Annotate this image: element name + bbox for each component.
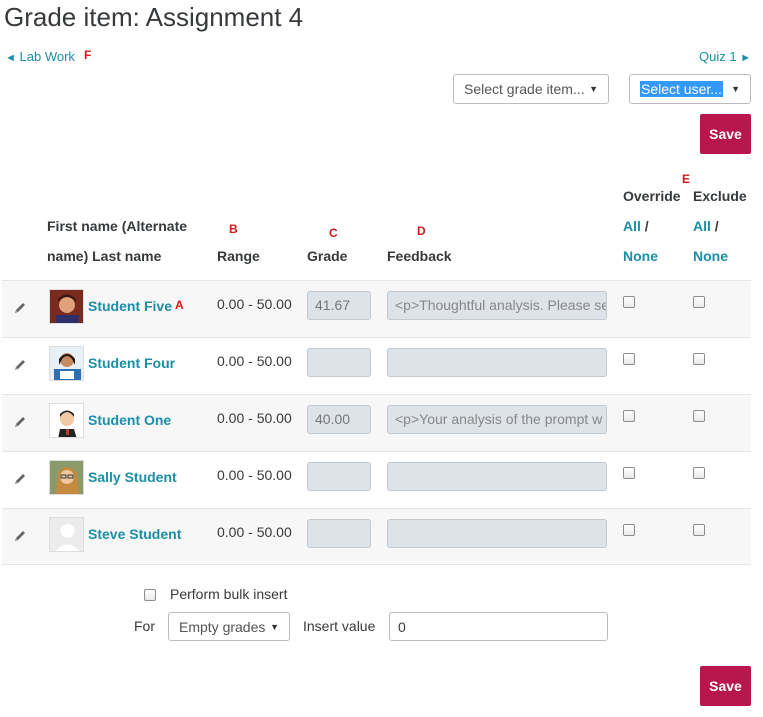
range-value: 0.00 - 50.00: [217, 467, 292, 483]
header-grade: Grade: [307, 248, 348, 264]
override-checkbox[interactable]: [623, 410, 635, 422]
prev-item-link[interactable]: ◄ Lab Work: [5, 49, 75, 64]
exclude-checkbox[interactable]: [693, 353, 705, 365]
exclude-checkbox[interactable]: [693, 296, 705, 308]
pencil-icon[interactable]: [13, 472, 27, 486]
table-row: Sally Student 0.00 - 50.00: [2, 451, 751, 508]
marker-c: C: [329, 226, 338, 240]
range-value: 0.00 - 50.00: [217, 353, 292, 369]
pencil-icon[interactable]: [13, 415, 27, 429]
exclude-checkbox[interactable]: [693, 524, 705, 536]
header-range: Range: [217, 248, 260, 264]
student-name-link[interactable]: Sally Student: [88, 469, 177, 485]
table-row: Student Five A 0.00 - 50.00 41.67 <p>Tho…: [2, 280, 751, 337]
chevron-down-icon: ▼: [589, 84, 598, 94]
student-name-link[interactable]: Steve Student: [88, 526, 181, 542]
exclude-checkbox[interactable]: [693, 467, 705, 479]
student-name-link[interactable]: Student Five: [88, 298, 172, 314]
avatar: [49, 517, 84, 552]
for-select-value: Empty grades: [179, 618, 266, 635]
header-override: Override: [623, 188, 681, 204]
override-all-none: All /: [623, 218, 649, 234]
marker-a: A: [175, 298, 184, 312]
pencil-icon[interactable]: [13, 301, 27, 315]
left-arrow-icon: ◄: [5, 52, 16, 64]
override-all-link[interactable]: All: [623, 218, 641, 234]
override-checkbox[interactable]: [623, 353, 635, 365]
header-feedback: Feedback: [387, 248, 452, 264]
avatar: [49, 460, 84, 495]
for-label: For: [134, 618, 155, 634]
range-value: 0.00 - 50.00: [217, 410, 292, 426]
chevron-down-icon: ▼: [270, 621, 279, 632]
header-name-line1: First name (Alternate: [47, 218, 188, 234]
marker-e: E: [682, 172, 691, 186]
override-checkbox[interactable]: [623, 467, 635, 479]
grade-input[interactable]: [307, 462, 371, 491]
feedback-input[interactable]: [387, 462, 607, 491]
avatar: [49, 403, 84, 438]
grade-input[interactable]: 40.00: [307, 405, 371, 434]
exclude-all-none: All /: [693, 218, 719, 234]
header-name-line2: name) Last name: [47, 248, 162, 264]
right-arrow-icon: ►: [740, 52, 752, 64]
avatar: [49, 289, 84, 324]
exclude-all-link[interactable]: All: [693, 218, 711, 234]
user-select[interactable]: Select user... ▼: [629, 74, 751, 104]
avatar: [49, 346, 84, 381]
marker-b: B: [229, 222, 238, 236]
chevron-down-icon: ▼: [731, 84, 740, 94]
header-exclude: Exclude: [693, 188, 747, 204]
pencil-icon[interactable]: [13, 529, 27, 543]
grade-item-select[interactable]: Select grade item... ▼: [453, 74, 609, 104]
marker-f: F: [84, 48, 92, 62]
next-item-link[interactable]: Quiz 1 ►: [699, 49, 751, 64]
exclude-checkbox[interactable]: [693, 410, 705, 422]
bulk-insert-checkbox[interactable]: [144, 589, 156, 601]
grade-item-select-value: Select grade item...: [464, 81, 585, 97]
save-button-bottom[interactable]: Save: [700, 666, 751, 706]
range-value: 0.00 - 50.00: [217, 296, 292, 312]
range-value: 0.00 - 50.00: [217, 524, 292, 540]
feedback-input[interactable]: [387, 519, 607, 548]
student-name-link[interactable]: Student One: [88, 412, 171, 428]
for-select[interactable]: Empty grades ▼: [168, 612, 290, 641]
exclude-sep: /: [714, 218, 719, 234]
feedback-input[interactable]: <p>Your analysis of the prompt w: [387, 405, 607, 434]
page-title: Grade item: Assignment 4: [4, 2, 304, 32]
feedback-input[interactable]: [387, 348, 607, 377]
override-checkbox[interactable]: [623, 296, 635, 308]
user-select-value: Select user...: [640, 81, 723, 97]
marker-d: D: [417, 224, 426, 238]
save-button-top[interactable]: Save: [700, 114, 751, 154]
student-name-link[interactable]: Student Four: [88, 355, 175, 371]
table-row: Student One 0.00 - 50.00 40.00 <p>Your a…: [2, 394, 751, 451]
table-row: Steve Student 0.00 - 50.00: [2, 508, 751, 565]
override-checkbox[interactable]: [623, 524, 635, 536]
table-row: Student Four 0.00 - 50.00: [2, 337, 751, 394]
prev-item-label: Lab Work: [19, 49, 75, 64]
insert-value-label: Insert value: [303, 618, 376, 634]
pencil-icon[interactable]: [13, 358, 27, 372]
bulk-insert-label: Perform bulk insert: [170, 586, 288, 602]
grade-input[interactable]: 41.67: [307, 291, 371, 320]
override-sep: /: [644, 218, 649, 234]
feedback-input[interactable]: <p>Thoughtful analysis. Please se: [387, 291, 607, 320]
grade-input[interactable]: [307, 519, 371, 548]
override-none-link[interactable]: None: [623, 248, 658, 264]
exclude-none-link[interactable]: None: [693, 248, 728, 264]
next-item-label: Quiz 1: [699, 49, 737, 64]
grade-input[interactable]: [307, 348, 371, 377]
insert-value-input[interactable]: 0: [389, 612, 608, 641]
